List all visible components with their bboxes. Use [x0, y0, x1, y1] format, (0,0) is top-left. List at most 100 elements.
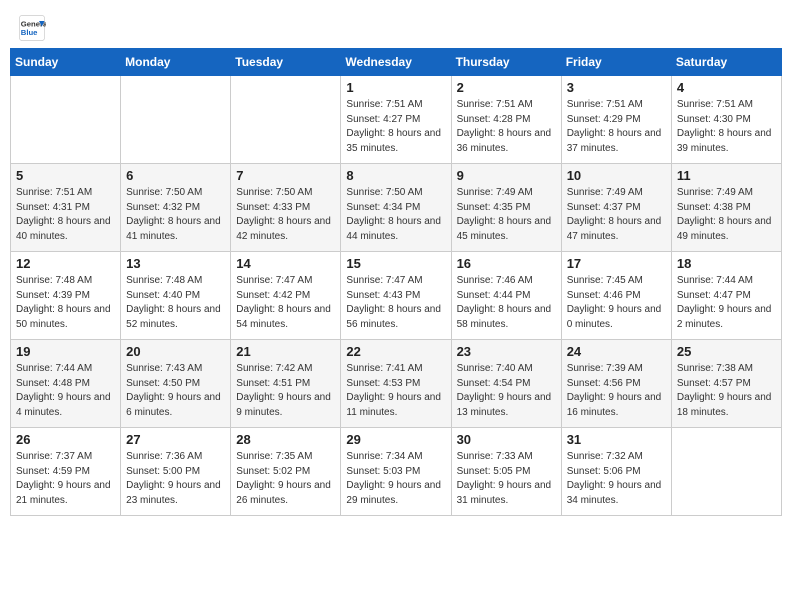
- week-row-2: 5 Sunrise: 7:51 AM Sunset: 4:31 PM Daylig…: [11, 164, 782, 252]
- day-cell: 21 Sunrise: 7:42 AM Sunset: 4:51 PM Dayli…: [231, 340, 341, 428]
- weekday-header-saturday: Saturday: [671, 49, 781, 76]
- day-info: Sunrise: 7:39 AM Sunset: 4:56 PM Dayligh…: [567, 362, 666, 420]
- day-number: 5: [16, 168, 115, 183]
- day-number: 8: [346, 168, 445, 183]
- day-info: Sunrise: 7:45 AM Sunset: 4:46 PM Dayligh…: [567, 274, 666, 332]
- day-number: 1: [346, 80, 445, 95]
- day-number: 20: [126, 344, 225, 359]
- day-number: 11: [677, 168, 776, 183]
- day-info: Sunrise: 7:50 AM Sunset: 4:34 PM Dayligh…: [346, 186, 445, 244]
- day-info: Sunrise: 7:47 AM Sunset: 4:43 PM Dayligh…: [346, 274, 445, 332]
- day-cell: 13 Sunrise: 7:48 AM Sunset: 4:40 PM Dayli…: [121, 252, 231, 340]
- day-cell: 3Sunrise: 7:51 AM Sunset: 4:29 PM Daylig…: [561, 76, 671, 164]
- logo: General Blue: [18, 14, 49, 42]
- day-number: 18: [677, 256, 776, 271]
- day-info: Sunrise: 7:42 AM Sunset: 4:51 PM Dayligh…: [236, 362, 335, 420]
- day-info: Sunrise: 7:33 AM Sunset: 5:05 PM Dayligh…: [457, 450, 556, 508]
- day-info: Sunrise: 7:38 AM Sunset: 4:57 PM Dayligh…: [677, 362, 776, 420]
- day-info: Sunrise: 7:48 AM Sunset: 4:40 PM Dayligh…: [126, 274, 225, 332]
- day-cell: 7 Sunrise: 7:50 AM Sunset: 4:33 PM Daylig…: [231, 164, 341, 252]
- day-cell: 24 Sunrise: 7:39 AM Sunset: 4:56 PM Dayli…: [561, 340, 671, 428]
- day-info: Sunrise: 7:47 AM Sunset: 4:42 PM Dayligh…: [236, 274, 335, 332]
- day-cell: 17 Sunrise: 7:45 AM Sunset: 4:46 PM Dayli…: [561, 252, 671, 340]
- weekday-header-monday: Monday: [121, 49, 231, 76]
- day-number: 31: [567, 432, 666, 447]
- day-info: Sunrise: 7:50 AM Sunset: 4:33 PM Dayligh…: [236, 186, 335, 244]
- day-cell: 20 Sunrise: 7:43 AM Sunset: 4:50 PM Dayli…: [121, 340, 231, 428]
- day-info: Sunrise: 7:44 AM Sunset: 4:48 PM Dayligh…: [16, 362, 115, 420]
- day-cell: 8 Sunrise: 7:50 AM Sunset: 4:34 PM Daylig…: [341, 164, 451, 252]
- day-cell: 11 Sunrise: 7:49 AM Sunset: 4:38 PM Dayli…: [671, 164, 781, 252]
- day-info: Sunrise: 7:48 AM Sunset: 4:39 PM Dayligh…: [16, 274, 115, 332]
- day-number: 25: [677, 344, 776, 359]
- day-number: 26: [16, 432, 115, 447]
- day-number: 23: [457, 344, 556, 359]
- day-cell: [671, 428, 781, 516]
- day-info: Sunrise: 7:37 AM Sunset: 4:59 PM Dayligh…: [16, 450, 115, 508]
- day-number: 7: [236, 168, 335, 183]
- day-info: Sunrise: 7:49 AM Sunset: 4:35 PM Dayligh…: [457, 186, 556, 244]
- day-info: Sunrise: 7:51 AM Sunset: 4:31 PM Dayligh…: [16, 186, 115, 244]
- day-info: Sunrise: 7:50 AM Sunset: 4:32 PM Dayligh…: [126, 186, 225, 244]
- day-info: Sunrise: 7:34 AM Sunset: 5:03 PM Dayligh…: [346, 450, 445, 508]
- day-number: 21: [236, 344, 335, 359]
- day-number: 24: [567, 344, 666, 359]
- weekday-header-friday: Friday: [561, 49, 671, 76]
- day-cell: [11, 76, 121, 164]
- day-cell: 26 Sunrise: 7:37 AM Sunset: 4:59 PM Dayli…: [11, 428, 121, 516]
- day-cell: 29 Sunrise: 7:34 AM Sunset: 5:03 PM Dayli…: [341, 428, 451, 516]
- day-number: 15: [346, 256, 445, 271]
- day-number: 19: [16, 344, 115, 359]
- day-cell: 10 Sunrise: 7:49 AM Sunset: 4:37 PM Dayli…: [561, 164, 671, 252]
- day-info: Sunrise: 7:36 AM Sunset: 5:00 PM Dayligh…: [126, 450, 225, 508]
- day-info: Sunrise: 7:49 AM Sunset: 4:37 PM Dayligh…: [567, 186, 666, 244]
- day-number: 16: [457, 256, 556, 271]
- day-number: 13: [126, 256, 225, 271]
- day-cell: 2Sunrise: 7:51 AM Sunset: 4:28 PM Daylig…: [451, 76, 561, 164]
- day-number: 4: [677, 80, 776, 95]
- week-row-5: 26 Sunrise: 7:37 AM Sunset: 4:59 PM Dayli…: [11, 428, 782, 516]
- day-cell: 16 Sunrise: 7:46 AM Sunset: 4:44 PM Dayli…: [451, 252, 561, 340]
- day-cell: 19 Sunrise: 7:44 AM Sunset: 4:48 PM Dayli…: [11, 340, 121, 428]
- day-number: 29: [346, 432, 445, 447]
- day-number: 28: [236, 432, 335, 447]
- day-number: 3: [567, 80, 666, 95]
- day-info: Sunrise: 7:43 AM Sunset: 4:50 PM Dayligh…: [126, 362, 225, 420]
- day-cell: [121, 76, 231, 164]
- day-cell: 22Sunrise: 7:41 AM Sunset: 4:53 PM Dayli…: [341, 340, 451, 428]
- day-cell: 1Sunrise: 7:51 AM Sunset: 4:27 PM Daylig…: [341, 76, 451, 164]
- page: General Blue SundayMondayTuesdayWednesda…: [0, 0, 792, 612]
- day-cell: 30 Sunrise: 7:33 AM Sunset: 5:05 PM Dayli…: [451, 428, 561, 516]
- day-cell: 5 Sunrise: 7:51 AM Sunset: 4:31 PM Daylig…: [11, 164, 121, 252]
- weekday-header-wednesday: Wednesday: [341, 49, 451, 76]
- svg-text:Blue: Blue: [21, 28, 38, 37]
- day-number: 6: [126, 168, 225, 183]
- day-number: 17: [567, 256, 666, 271]
- day-cell: 25 Sunrise: 7:38 AM Sunset: 4:57 PM Dayli…: [671, 340, 781, 428]
- weekday-header-sunday: Sunday: [11, 49, 121, 76]
- day-info: Sunrise: 7:44 AM Sunset: 4:47 PM Dayligh…: [677, 274, 776, 332]
- day-cell: 14Sunrise: 7:47 AM Sunset: 4:42 PM Dayli…: [231, 252, 341, 340]
- day-info: Sunrise: 7:49 AM Sunset: 4:38 PM Dayligh…: [677, 186, 776, 244]
- day-cell: 31 Sunrise: 7:32 AM Sunset: 5:06 PM Dayli…: [561, 428, 671, 516]
- day-number: 9: [457, 168, 556, 183]
- day-number: 22: [346, 344, 445, 359]
- day-info: Sunrise: 7:40 AM Sunset: 4:54 PM Dayligh…: [457, 362, 556, 420]
- day-cell: 6 Sunrise: 7:50 AM Sunset: 4:32 PM Daylig…: [121, 164, 231, 252]
- day-number: 12: [16, 256, 115, 271]
- day-number: 10: [567, 168, 666, 183]
- day-cell: 27Sunrise: 7:36 AM Sunset: 5:00 PM Dayli…: [121, 428, 231, 516]
- day-info: Sunrise: 7:46 AM Sunset: 4:44 PM Dayligh…: [457, 274, 556, 332]
- day-cell: 23 Sunrise: 7:40 AM Sunset: 4:54 PM Dayli…: [451, 340, 561, 428]
- calendar-header: SundayMondayTuesdayWednesdayThursdayFrid…: [11, 49, 782, 76]
- weekday-header-tuesday: Tuesday: [231, 49, 341, 76]
- header: General Blue: [0, 0, 792, 48]
- week-row-4: 19 Sunrise: 7:44 AM Sunset: 4:48 PM Dayli…: [11, 340, 782, 428]
- week-row-1: 1Sunrise: 7:51 AM Sunset: 4:27 PM Daylig…: [11, 76, 782, 164]
- day-info: Sunrise: 7:32 AM Sunset: 5:06 PM Dayligh…: [567, 450, 666, 508]
- day-number: 30: [457, 432, 556, 447]
- day-cell: 18 Sunrise: 7:44 AM Sunset: 4:47 PM Dayli…: [671, 252, 781, 340]
- day-cell: [231, 76, 341, 164]
- logo-icon: General Blue: [18, 14, 46, 42]
- day-cell: 4Sunrise: 7:51 AM Sunset: 4:30 PM Daylig…: [671, 76, 781, 164]
